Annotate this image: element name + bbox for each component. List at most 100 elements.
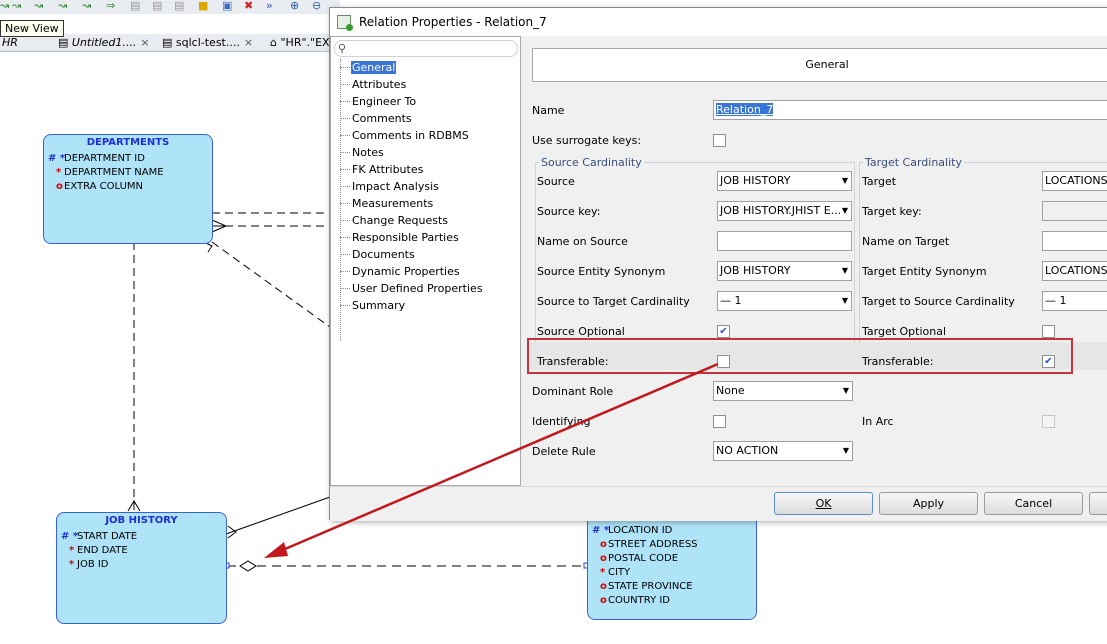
entity-locations[interactable]: LOCATIONS # *LOCATION ID oSTREET ADDRESS…	[587, 510, 757, 620]
delete-icon[interactable]: ✖	[244, 0, 253, 12]
tab-sqlcl[interactable]: ▤ sqlcl-test.... ×	[162, 35, 253, 51]
name-on-source-field[interactable]	[717, 231, 852, 251]
surrogate-keys-checkbox[interactable]	[713, 134, 726, 147]
entity-attribute: o EXTRA COLUMN	[44, 180, 212, 194]
nav-item-engineer-to[interactable]: Engineer To	[331, 93, 484, 110]
nav-item-comments-in-rdbms[interactable]: Comments in RDBMS	[331, 127, 484, 144]
target-select[interactable]: LOCATIONS	[1042, 171, 1107, 191]
attribute-name: STATE PROVINCE	[608, 581, 693, 592]
nav-item-notes[interactable]: Notes	[331, 144, 484, 161]
forward-icon[interactable]: »	[266, 0, 273, 12]
name-label: Name	[532, 104, 565, 117]
close-icon[interactable]: ×	[140, 36, 149, 49]
in-arc-label: In Arc	[862, 415, 894, 428]
tab-hr-ex[interactable]: ⌂ "HR"."EX	[270, 35, 330, 51]
apply-label: Apply	[912, 497, 945, 510]
apply-button[interactable]: Apply	[879, 492, 978, 515]
source-label: Source	[537, 175, 575, 188]
zoom-out-icon[interactable]: ⊖	[312, 0, 321, 12]
arrow-icon[interactable]: ⇒	[106, 0, 115, 12]
name-value: Relation_7	[716, 103, 774, 116]
picture-icon[interactable]: ▣	[222, 0, 232, 12]
nav-item-comments[interactable]: Comments	[331, 110, 484, 127]
source-select[interactable]: JOB HISTORY ▼	[717, 171, 852, 191]
source-key-select[interactable]: JOB HISTORY.JHIST E... ▼	[717, 201, 852, 221]
nav-search-field[interactable]: ⚲	[334, 40, 518, 57]
name-on-source-label: Name on Source	[537, 235, 628, 248]
note-icon[interactable]: ■	[198, 0, 208, 12]
nav-item-summary[interactable]: Summary	[331, 297, 484, 314]
mandatory-marker: *	[69, 559, 75, 570]
tab-hr[interactable]: HR	[2, 35, 18, 51]
dominant-role-select[interactable]: None ▼	[713, 381, 853, 401]
nav-item-impact-analysis[interactable]: Impact Analysis	[331, 178, 484, 195]
nav-item-attributes[interactable]: Attributes	[331, 76, 484, 93]
nav-item-measurements[interactable]: Measurements	[331, 195, 484, 212]
nav-item-responsible-parties[interactable]: Responsible Parties	[331, 229, 484, 246]
tab-label: HR	[2, 36, 18, 49]
nav-item-general[interactable]: General	[331, 59, 484, 76]
tab-untitled[interactable]: ▤ Untitled1.... ×	[58, 35, 150, 51]
nav-item-dynamic-properties[interactable]: Dynamic Properties	[331, 263, 484, 280]
name-field[interactable]: Relation_7	[713, 100, 1107, 120]
source-key-label: Source key:	[537, 205, 601, 218]
db-icon: ▤	[162, 36, 176, 49]
target-label: Target	[862, 175, 897, 188]
entity-attribute: * CITY	[588, 566, 756, 580]
nav-item-fk-attributes[interactable]: FK Attributes	[331, 161, 484, 178]
name-on-target-field[interactable]	[1042, 231, 1107, 251]
dropdown-arrow-icon: ▼	[841, 206, 848, 215]
add-relation-icon[interactable]: ↝	[0, 0, 9, 12]
target-cardinality-select[interactable]: — 1	[1042, 291, 1107, 311]
cancel-button[interactable]: Cancel	[984, 492, 1083, 515]
nav-item-label: Documents	[352, 248, 415, 261]
nav-item-label: Comments	[352, 112, 412, 125]
panel-title: General	[532, 48, 1107, 82]
nav-items: General Attributes Engineer To Comments Comm…	[331, 59, 484, 314]
identifying-label: Identifying	[532, 415, 591, 428]
dialog-titlebar[interactable]: Relation Properties - Relation_7	[330, 8, 1107, 36]
optional-marker: o	[600, 553, 607, 564]
nav-item-user-defined-properties[interactable]: User Defined Properties	[331, 280, 484, 297]
zoom-in-icon[interactable]: ⊕	[290, 0, 299, 12]
source-optional-checkbox[interactable]: ✔	[717, 325, 730, 338]
target-cardinality-label: Target to Source Cardinality	[862, 295, 1015, 308]
nav-item-label: Attributes	[352, 78, 407, 91]
target-key-select[interactable]	[1042, 201, 1107, 221]
add-relation-icon[interactable]: ↝	[12, 0, 21, 12]
table-icon: ⌂	[270, 36, 281, 49]
entity-attribute: * JOB ID	[57, 558, 226, 572]
target-optional-label: Target Optional	[862, 325, 947, 338]
dropdown-arrow-icon: ▼	[842, 386, 849, 395]
target-synonym-select[interactable]: LOCATIONS	[1042, 261, 1107, 281]
source-synonym-select[interactable]: JOB HISTORY ▼	[717, 261, 852, 281]
close-icon[interactable]: ×	[244, 36, 253, 49]
dominant-role-label: Dominant Role	[532, 385, 614, 398]
relation-properties-icon	[337, 15, 353, 31]
target-group-title: Target Cardinality	[863, 156, 964, 169]
nav-item-change-requests[interactable]: Change Requests	[331, 212, 484, 229]
help-button[interactable]	[1089, 492, 1107, 515]
add-relation-icon[interactable]: ↝	[58, 0, 67, 12]
disabled-icon: ▤	[152, 0, 163, 12]
identifying-checkbox[interactable]	[713, 415, 726, 428]
entity-departments[interactable]: DEPARTMENTS # * DEPARTMENT ID * DEPARTMENT…	[43, 134, 213, 244]
source-key-value: JOB HISTORY.JHIST E...	[720, 204, 842, 217]
add-relation-icon[interactable]: ↝	[82, 0, 91, 12]
entity-job-history[interactable]: JOB HISTORY # * START DATE * END DATE * JOB…	[56, 512, 227, 624]
mandatory-marker: *	[600, 567, 606, 578]
dropdown-arrow-icon: ▼	[842, 446, 849, 455]
nav-item-documents[interactable]: Documents	[331, 246, 484, 263]
mandatory-marker: *	[56, 167, 62, 178]
general-panel: General Name Relation_7 Use surrogate ke…	[527, 36, 1107, 491]
source-value: JOB HISTORY	[720, 174, 791, 187]
source-cardinality-select[interactable]: — 1 ▼	[717, 291, 852, 311]
delete-rule-select[interactable]: NO ACTION ▼	[713, 441, 853, 461]
ok-button[interactable]: OK	[774, 492, 873, 515]
nav-item-label: Change Requests	[352, 214, 449, 227]
in-arc-checkbox[interactable]	[1042, 415, 1055, 428]
target-optional-checkbox[interactable]	[1042, 325, 1055, 338]
add-relation-icon[interactable]: ↝	[34, 0, 43, 12]
dropdown-arrow-icon: ▼	[841, 266, 848, 275]
target-value: LOCATIONS	[1045, 174, 1107, 187]
